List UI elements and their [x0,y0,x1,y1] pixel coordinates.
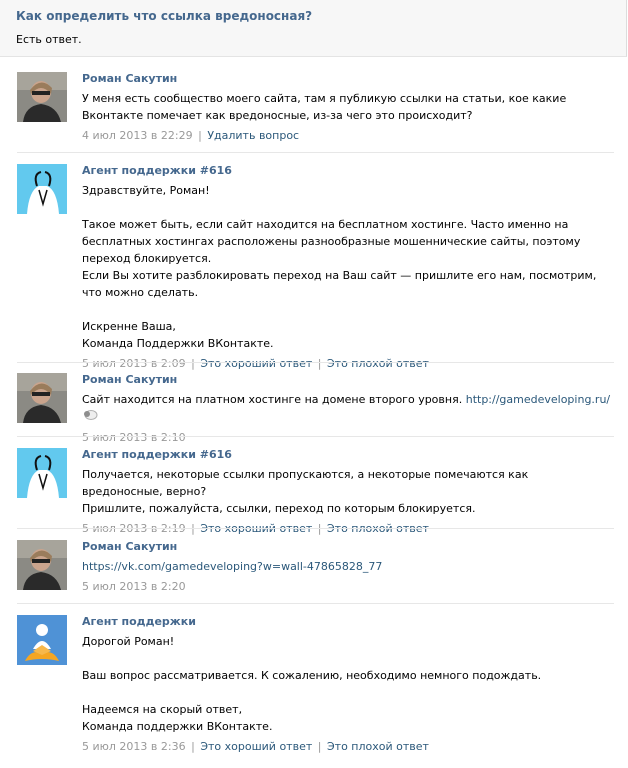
author-name[interactable]: Роман Сакутин [82,72,612,86]
author-name[interactable]: Роман Сакутин [82,540,612,554]
message-date: 5 июл 2013 в 2:10 [82,430,186,444]
avatar[interactable] [17,448,67,498]
delete-question-link[interactable]: Удалить вопрос [207,129,299,142]
message-meta: 5 июл 2013 в 2:20 [82,578,612,595]
avatar[interactable] [17,164,67,214]
message-text: У меня есть сообщество моего сайта, там … [82,92,567,122]
bad-answer-link[interactable]: Это плохой ответ [327,740,429,753]
question-header: Как определить что ссылка вредоносная? Е… [0,0,627,57]
avatar[interactable] [17,373,67,423]
message-text: Здравствуйте, Роман! Такое может быть, е… [82,184,597,350]
message-meta: 5 июл 2013 в 2:09 | Это хороший ответ | … [82,357,429,370]
author-name[interactable]: Роман Сакутин [82,373,612,387]
bad-answer-link[interactable]: Это плохой ответ [327,357,429,370]
message-meta: 5 июл 2013 в 2:36 | Это хороший ответ | … [82,740,429,753]
question-status: Есть ответ. [16,33,82,46]
link-preview-icon[interactable] [82,409,98,426]
message-meta: 4 июл 2013 в 22:29 | Удалить вопрос [82,129,300,142]
message-text: https://vk.com/gamedeveloping?w=wall-478… [82,558,612,575]
message-date: 5 июл 2013 в 2:36 [82,740,186,753]
message-text: Сайт находится на платном хостинге на до… [82,391,612,426]
divider [17,603,614,604]
good-answer-link[interactable]: Это хороший ответ [200,357,312,370]
avatar[interactable] [17,72,67,122]
message-text: Дорогой Роман! Ваш вопрос рассматриваетс… [82,635,542,733]
divider [17,436,614,437]
divider [17,528,614,529]
author-name[interactable]: Агент поддержки #616 [82,448,612,462]
message-text: Получается, некоторые ссылки пропускаютс… [82,468,529,515]
author-name[interactable]: Агент поддержки [82,615,612,629]
avatar[interactable] [17,615,67,665]
avatar[interactable] [17,540,67,590]
message-date: 5 июл 2013 в 2:20 [82,580,186,593]
message-date: 5 июл 2013 в 2:09 [82,357,186,370]
divider [17,152,614,153]
author-name[interactable]: Агент поддержки #616 [82,164,612,178]
message-date: 4 июл 2013 в 22:29 [82,129,193,142]
good-answer-link[interactable]: Это хороший ответ [200,740,312,753]
wall-post-link[interactable]: https://vk.com/gamedeveloping?w=wall-478… [82,560,382,573]
divider [17,362,614,363]
site-link[interactable]: http://gamedeveloping.ru/ [466,393,610,406]
message-meta: 5 июл 2013 в 2:10 [82,429,612,446]
question-title: Как определить что ссылка вредоносная? [16,9,313,23]
